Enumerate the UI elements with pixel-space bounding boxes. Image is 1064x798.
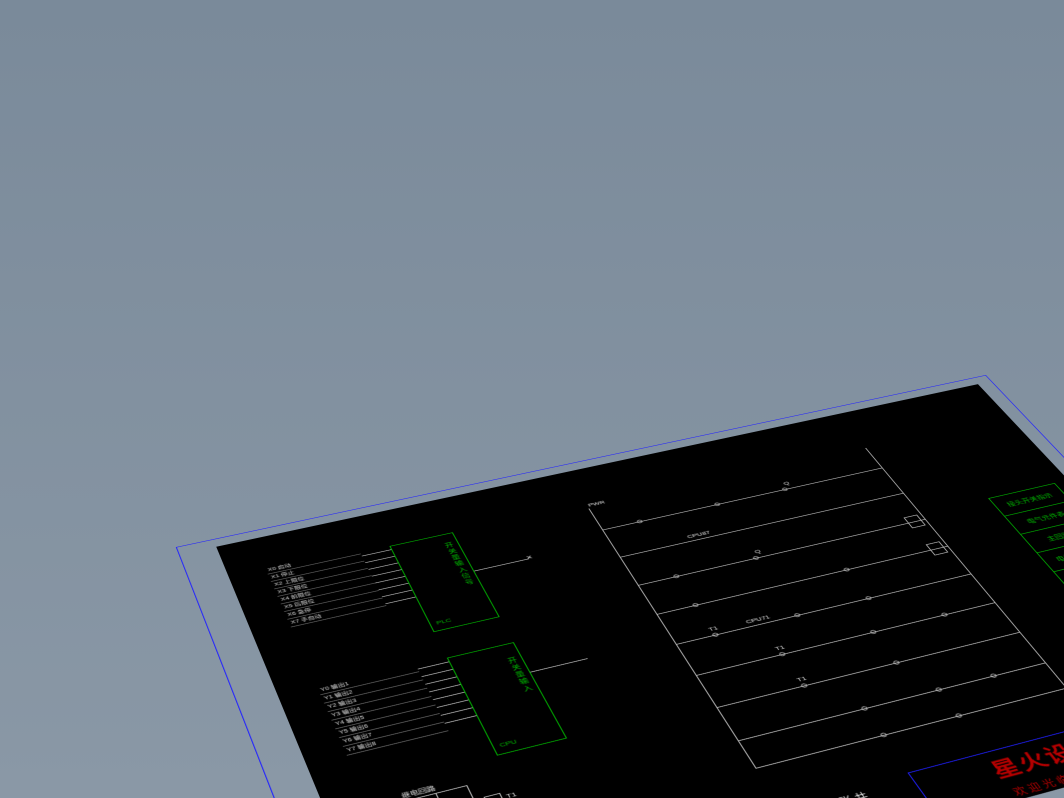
rung xyxy=(638,519,925,586)
wire xyxy=(425,677,457,685)
rung xyxy=(716,632,1019,708)
contact xyxy=(673,574,681,579)
wire xyxy=(429,684,461,692)
contact-label: Q xyxy=(782,480,791,486)
rung xyxy=(696,602,995,675)
contact-label: T1 xyxy=(707,625,719,632)
contact xyxy=(892,660,900,665)
rung xyxy=(738,663,1046,742)
rung xyxy=(676,574,971,645)
wire xyxy=(530,658,588,672)
wire xyxy=(435,793,471,798)
coil-label: T1 xyxy=(505,791,518,798)
wire xyxy=(466,785,503,798)
contact-label: Q xyxy=(753,548,762,554)
contact xyxy=(935,687,943,692)
contact xyxy=(989,673,997,678)
wire xyxy=(437,700,469,708)
block1-title: 开关量输入信号 xyxy=(442,542,475,587)
contact xyxy=(711,632,719,637)
relay-section-label: 继电回路 xyxy=(400,784,437,798)
rail-label-pwr: PWR xyxy=(587,500,606,508)
wire xyxy=(421,669,452,677)
wire xyxy=(365,556,395,563)
wire xyxy=(375,576,405,583)
block1-id: PLC xyxy=(435,618,452,627)
viewport-3d: X0 启动 X1 停止 X2 上限位 X3 下限位 X4 前限位 X5 后限位 … xyxy=(0,0,1064,798)
wire xyxy=(385,597,415,604)
wire xyxy=(441,707,473,715)
title-block-frame xyxy=(907,690,1064,798)
wire xyxy=(362,549,392,556)
contact xyxy=(860,706,868,711)
wire xyxy=(372,569,402,576)
wire xyxy=(433,692,465,700)
rung xyxy=(602,468,882,531)
contact xyxy=(636,519,643,523)
wire xyxy=(382,590,412,597)
rung xyxy=(620,493,904,558)
wire xyxy=(418,662,449,670)
sheet-index-legend: 接头开关指示 电气元件表 主回路图 电气元件布置 控制电路图 接线端子表 PLC… xyxy=(988,483,1064,673)
sheet-number-label: 第五张 共 xyxy=(813,789,872,798)
relay-coil xyxy=(484,793,508,798)
plc-input-block-2: 开关量输入 CPU xyxy=(447,642,567,756)
block2-id: CPU xyxy=(499,739,519,749)
drawing-sheet: X0 启动 X1 停止 X2 上限位 X3 下限位 X4 前限位 X5 后限位 … xyxy=(216,384,1064,798)
ladder-left-rail xyxy=(588,508,756,768)
wire xyxy=(445,715,477,723)
wire xyxy=(368,563,398,570)
watermark-line2: 欢迎光临 www.gse.cn xyxy=(933,727,1064,798)
rung xyxy=(656,546,947,615)
wire xyxy=(404,785,467,798)
ladder-right-rail xyxy=(865,448,1064,688)
contact xyxy=(714,502,721,506)
drawing-plane[interactable]: X0 启动 X1 停止 X2 上限位 X3 下限位 X4 前限位 X5 后限位 … xyxy=(216,384,1064,798)
